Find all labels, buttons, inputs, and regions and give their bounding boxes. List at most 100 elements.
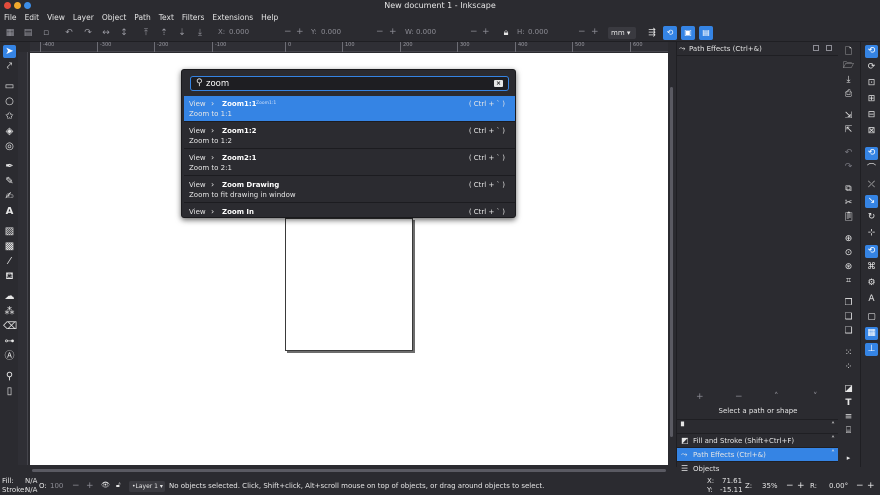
eye-icon[interactable]: 👁︎ <box>101 481 110 489</box>
move-effect-down-button[interactable]: ˅ <box>813 392 818 402</box>
snap-paths-icon[interactable]: ⌒ <box>865 163 878 176</box>
menu-view[interactable]: View <box>43 12 69 24</box>
calligraphy-tool-icon[interactable]: ✍ <box>3 190 16 203</box>
snap-bbox-centers-icon[interactable]: ⊠ <box>865 125 878 138</box>
undo-icon[interactable]: ↶ <box>842 147 855 160</box>
eraser-tool-icon[interactable]: ⌫ <box>3 320 17 333</box>
measure-tool-icon[interactable]: ▯ <box>3 385 16 398</box>
x-field[interactable]: 0.000 <box>229 28 249 36</box>
snap-smooth-nodes-icon[interactable]: ↻ <box>865 211 878 224</box>
tweak-tool-icon[interactable]: ☁ <box>3 290 16 303</box>
flip-horizontal-icon[interactable]: ↔ <box>100 27 112 39</box>
lpe-tool-icon[interactable]: Ⓐ <box>3 350 16 363</box>
fill-value[interactable]: N/A <box>25 477 37 485</box>
transform-options-icon[interactable]: ⇶ <box>646 27 658 39</box>
snap-midpoints-icon[interactable]: ⊹ <box>865 227 878 240</box>
open-document-icon[interactable]: 🗁︎ <box>842 60 855 73</box>
snap-bbox-corners-icon[interactable]: ⊞ <box>865 93 878 106</box>
rotation-increment-button[interactable]: + <box>867 481 875 491</box>
y-field[interactable]: 0.000 <box>321 28 341 36</box>
menu-filters[interactable]: Filters <box>178 12 208 24</box>
duplicate-icon[interactable]: ❐ <box>842 297 855 310</box>
dock-row-path-effects[interactable]: ⤳ Path Effects (Ctrl+&) ˄ <box>677 447 839 461</box>
menu-layer[interactable]: Layer <box>69 12 98 24</box>
rotation-decrement-button[interactable]: − <box>856 481 864 491</box>
x-decrement-button[interactable]: − <box>284 27 292 37</box>
dock-row-document[interactable]: ▘ ˄ <box>677 419 839 433</box>
rectangle-tool-icon[interactable]: ▭ <box>3 80 16 93</box>
dock-tab-close-icon[interactable] <box>826 45 832 51</box>
lower-icon[interactable]: ⇣ <box>176 27 188 39</box>
y-increment-button[interactable]: + <box>389 27 397 37</box>
clear-search-icon[interactable]: × <box>494 80 503 87</box>
h-increment-button[interactable]: + <box>591 27 599 37</box>
zoom-drawing-icon[interactable]: ⊙ <box>842 247 855 260</box>
unit-select[interactable]: mm ▾ <box>608 27 636 39</box>
unlink-clone-icon[interactable]: ❑ <box>842 325 855 338</box>
ungroup-icon[interactable]: ⁘ <box>842 361 855 374</box>
pen-tool-icon[interactable]: ✒ <box>3 160 16 173</box>
mesh-tool-icon[interactable]: ▩ <box>3 240 16 253</box>
lock-icon[interactable]: 🔓︎ <box>116 481 121 490</box>
x-increment-button[interactable]: + <box>296 27 304 37</box>
snap-intersections-icon[interactable]: ⤫ <box>865 179 878 192</box>
opacity-decrement-button[interactable]: − <box>72 481 80 491</box>
menu-help[interactable]: Help <box>257 12 282 24</box>
remove-effect-button[interactable]: − <box>735 392 743 402</box>
scrollbar-thumb[interactable] <box>670 87 673 437</box>
import-icon[interactable]: ⇲ <box>842 110 855 123</box>
dock-tab-float-icon[interactable] <box>813 45 819 51</box>
layers-dialog-icon[interactable]: ≡ <box>842 411 855 424</box>
zoom-page-width-icon[interactable]: ⌗ <box>842 275 855 288</box>
scale-corners-toggle[interactable]: ▣ <box>681 26 695 40</box>
zoom-selection-icon[interactable]: ⊕ <box>842 233 855 246</box>
menu-extensions[interactable]: Extensions <box>208 12 257 24</box>
text-tool-icon[interactable]: A <box>3 205 16 218</box>
w-field[interactable]: 0.000 <box>416 28 436 36</box>
h-decrement-button[interactable]: − <box>578 27 586 37</box>
print-icon[interactable]: ⎙ <box>842 88 855 101</box>
chevron-right-icon[interactable]: ▸ <box>842 452 855 465</box>
star-tool-icon[interactable]: ✩ <box>3 110 16 123</box>
lock-icon[interactable]: 🔒︎ <box>500 27 512 39</box>
rotation-field[interactable]: 0.00° <box>829 482 848 490</box>
snap-bbox-midpoints-icon[interactable]: ⊟ <box>865 109 878 122</box>
connector-tool-icon[interactable]: ⊶ <box>3 335 16 348</box>
3d-box-tool-icon[interactable]: ◈ <box>3 125 16 138</box>
snap-page-border-icon[interactable]: ▢ <box>865 311 878 324</box>
flip-vertical-icon[interactable]: ↕ <box>118 27 130 39</box>
cut-icon[interactable]: ✂ <box>842 197 855 210</box>
zoom-decrement-button[interactable]: − <box>786 481 794 491</box>
command-item[interactable]: View › Zoom Drawing ( Ctrl + ` ) Zoom to… <box>184 177 515 203</box>
snap-cusp-nodes-icon[interactable]: ↘ <box>865 195 878 208</box>
zoom-tool-icon[interactable]: ⚲ <box>3 370 16 383</box>
save-icon[interactable]: ⤓ <box>842 74 855 87</box>
command-item[interactable]: View › Zoom1:2 ( Ctrl + ` ) Zoom to 1:2 <box>184 123 515 149</box>
paste-icon[interactable]: 📋︎ <box>842 211 855 224</box>
y-decrement-button[interactable]: − <box>376 27 384 37</box>
lower-to-bottom-icon[interactable]: ⤓ <box>194 27 206 39</box>
snap-nodes-icon[interactable]: ⟲ <box>865 147 878 160</box>
paint-bucket-tool-icon[interactable]: ⛾ <box>3 270 16 283</box>
raise-icon[interactable]: ⇡ <box>158 27 170 39</box>
dock-row-objects[interactable]: ☰ Objects <box>677 461 839 473</box>
rotate-cw-icon[interactable]: ↷ <box>82 27 94 39</box>
clone-icon[interactable]: ❏ <box>842 311 855 324</box>
xml-editor-icon[interactable]: ⌸ <box>842 425 855 438</box>
zoom-page-icon[interactable]: ⊛ <box>842 261 855 274</box>
snap-bbox-edges-icon[interactable]: ⊡ <box>865 77 878 90</box>
snap-others-icon[interactable]: ⟲ <box>865 245 878 258</box>
spiral-tool-icon[interactable]: ◎ <box>3 140 16 153</box>
h-field[interactable]: 0.000 <box>528 28 548 36</box>
dock-tab-path-effects[interactable]: ⤳ Path Effects (Ctrl+&) <box>677 42 839 56</box>
document-page[interactable] <box>285 218 413 351</box>
dock-row-fill-stroke[interactable]: ◩ Fill and Stroke (Shift+Ctrl+F) ˄ <box>677 433 839 447</box>
dropper-tool-icon[interactable]: ⁄ <box>3 255 16 268</box>
snap-bbox-icon[interactable]: ⟳ <box>865 61 878 74</box>
w-increment-button[interactable]: + <box>482 27 490 37</box>
command-search-input[interactable] <box>206 78 486 90</box>
rotate-ccw-icon[interactable]: ↶ <box>63 27 75 39</box>
snap-centers-icon[interactable]: ⌘ <box>865 261 878 274</box>
pencil-tool-icon[interactable]: ✎ <box>3 175 16 188</box>
horizontal-scrollbar[interactable] <box>30 466 668 474</box>
